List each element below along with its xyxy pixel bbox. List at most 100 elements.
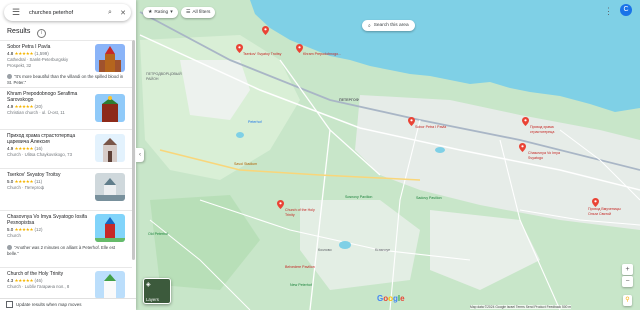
map-pin-tserkov[interactable]: [236, 44, 243, 53]
search-this-area-label: Search this area: [373, 23, 409, 28]
place-review: "Another was 2 minutes on alliant à Pete…: [7, 245, 125, 257]
place-meta: Church · Петергоф: [7, 185, 45, 190]
star-icon: ★: [148, 10, 153, 15]
reviewer-avatar: [7, 74, 12, 80]
zoom-in-button[interactable]: +: [622, 264, 633, 275]
map-pin-holy-trinity[interactable]: [277, 200, 284, 209]
place-meta: Church: [7, 233, 21, 238]
map-label-district: ПЕТРОДВОРЦОВЫЙ РАЙОН: [146, 72, 182, 81]
rating-stars: ★★★★★: [14, 104, 34, 109]
rating-filter-label: Rating: [154, 10, 169, 15]
list-item[interactable]: Chasovnya Vo Imya Svyatogo Iosifa Pesnop…: [0, 210, 132, 267]
map-pin-chasovnya[interactable]: [519, 143, 526, 152]
rating-value: 5.0: [7, 179, 14, 184]
place-photo[interactable]: [95, 271, 125, 299]
rating-value: 4.3: [7, 278, 14, 283]
rating-value: 4.9: [7, 104, 14, 109]
place-meta: Christian church · ul. Ü-ost, 11: [7, 110, 65, 115]
map-attribution: Map data ©2024 Google Israel Terms Send …: [470, 305, 572, 309]
place-photo[interactable]: [95, 173, 125, 201]
all-filters-chip[interactable]: ☰ All filters: [181, 7, 216, 18]
review-text: "Another was 2 minutes on alliant à Pete…: [7, 245, 116, 256]
zoom-out-button[interactable]: −: [622, 276, 633, 287]
results-scrollbar[interactable]: [132, 40, 135, 260]
place-name[interactable]: Приход храма страстотерпца царевича Алек…: [7, 133, 91, 145]
place-name[interactable]: Church of the Holy Trinity: [7, 271, 91, 277]
plus-icon: +: [625, 266, 630, 273]
layers-button[interactable]: ◈ Layers: [143, 278, 171, 304]
close-icon[interactable]: ✕: [118, 9, 128, 17]
map-label-prikhod1[interactable]: Приход храма страстотерпца: [530, 125, 572, 134]
place-name[interactable]: Tserkov' Svyatoy Troitsy: [7, 172, 91, 178]
map-pin-prikhod1[interactable]: [522, 117, 529, 126]
map-label-old-peterhof: Old Peterhof: [148, 232, 169, 236]
rating-count: (20): [34, 104, 43, 109]
place-photo[interactable]: [95, 134, 125, 162]
search-icon[interactable]: ⌕: [105, 9, 115, 17]
rating-count: (11): [34, 179, 43, 184]
rating-stars: ★★★★★: [14, 278, 34, 283]
map-label-khram[interactable]: Khram Prepodobnogo...: [303, 52, 343, 57]
search-this-area-button[interactable]: ⌕ Search this area: [362, 20, 415, 31]
place-photo[interactable]: [95, 44, 125, 72]
search-box[interactable]: ☰ churches peterhof ⌕ ✕: [4, 4, 131, 21]
place-review: "It's more beautiful than the villandi o…: [7, 74, 125, 86]
review-text: "It's more beautiful than the villandi o…: [7, 74, 124, 85]
info-icon[interactable]: i: [37, 29, 46, 38]
map-label-kozlovo: Козлово: [318, 248, 332, 252]
search-icon: ⌕: [368, 23, 371, 29]
rating-count: (46): [34, 278, 43, 283]
map-label-sosnovy[interactable]: Sosnovy Pavilion: [345, 195, 372, 200]
map-pin-sobor[interactable]: [408, 117, 415, 126]
update-results-toggle[interactable]: Update results when map moves: [0, 298, 136, 310]
avatar[interactable]: C: [620, 4, 632, 16]
results-list: Sobor Petra I Pavla 4.8 ★★★★★ (1,599) Ca…: [0, 40, 132, 308]
place-name[interactable]: Chasovnya Vo Imya Svyatogo Iosifa Pesnop…: [7, 214, 91, 226]
map-label-belvedere[interactable]: Belvedere Pavilion: [285, 265, 315, 270]
rating-stars: ★★★★★: [14, 146, 34, 151]
rating-value: 5.0: [7, 227, 14, 232]
map-pin-prikhod2[interactable]: [592, 198, 599, 207]
map-label-holy-trinity[interactable]: Church of the Holy Trinity: [285, 208, 323, 217]
place-photo[interactable]: [95, 214, 125, 242]
map-label-sobor[interactable]: Sobor Petra I Pavla: [415, 125, 446, 130]
place-address: Prospekt, 32: [7, 63, 32, 68]
map-pin-khram[interactable]: [296, 44, 303, 53]
reviewer-avatar: [7, 245, 12, 251]
apps-grid-icon[interactable]: ⋮: [604, 6, 614, 16]
map-label-savol[interactable]: Savol Stadium: [234, 162, 257, 167]
layers-icon: ◈: [146, 282, 151, 288]
layers-label: Layers: [146, 297, 159, 302]
street-view-pegman-icon[interactable]: ⚲: [623, 295, 632, 306]
list-item[interactable]: Приход храма страстотерпца царевича Алек…: [0, 129, 132, 168]
rating-count: (16): [34, 146, 43, 151]
all-filters-label: All filters: [192, 10, 211, 15]
list-item[interactable]: Khram Prepodobnogo Serafima Sarovskogo 4…: [0, 87, 132, 129]
collapse-panel-button[interactable]: ‹: [136, 148, 144, 162]
map-label-new-peterhof: New Peterhof: [290, 283, 312, 287]
list-item[interactable]: Sobor Petra I Pavla 4.8 ★★★★★ (1,599) Ca…: [0, 40, 132, 87]
checkbox[interactable]: [6, 301, 13, 308]
place-name[interactable]: Khram Prepodobnogo Serafima Sarovskogo: [7, 91, 91, 103]
search-input[interactable]: churches peterhof: [29, 10, 105, 16]
update-results-label: Update results when map moves: [16, 302, 82, 307]
map-label-chasovnya[interactable]: Chasovnya Vo Imya Svyatogo: [528, 151, 568, 160]
rating-count: (12): [34, 227, 43, 232]
rating-stars: ★★★★★: [14, 51, 34, 56]
menu-icon[interactable]: ☰: [9, 7, 23, 18]
map-pin-extra[interactable]: [262, 26, 269, 35]
map-label-krasnoye: Krasnoye: [375, 248, 391, 252]
list-item[interactable]: Tserkov' Svyatoy Troitsy 5.0 ★★★★★ (11) …: [0, 168, 132, 210]
map-label-sadovy[interactable]: Sadovy Pavilion: [416, 196, 442, 201]
place-photo[interactable]: [95, 94, 125, 122]
rating-stars: ★★★★★: [14, 179, 34, 184]
rating-stars: ★★★★★: [14, 227, 34, 232]
chevron-down-icon: ▾: [170, 10, 173, 15]
rating-filter-chip[interactable]: ★ Rating ▾: [143, 7, 178, 18]
results-panel: ☰ churches peterhof ⌕ ✕ Results i Sobor …: [0, 0, 136, 310]
map-label-prikhod2[interactable]: Приход Вмученицы Ольги Святой: [588, 207, 628, 216]
place-meta: Church · Ulitsa Chaykovskogo, 73: [7, 152, 72, 157]
chevron-left-icon: ‹: [139, 152, 141, 158]
map-label-tserkov[interactable]: Tserkov' Svyatoy Troitsy: [243, 52, 281, 57]
place-name[interactable]: Sobor Petra I Pavla: [7, 44, 91, 50]
